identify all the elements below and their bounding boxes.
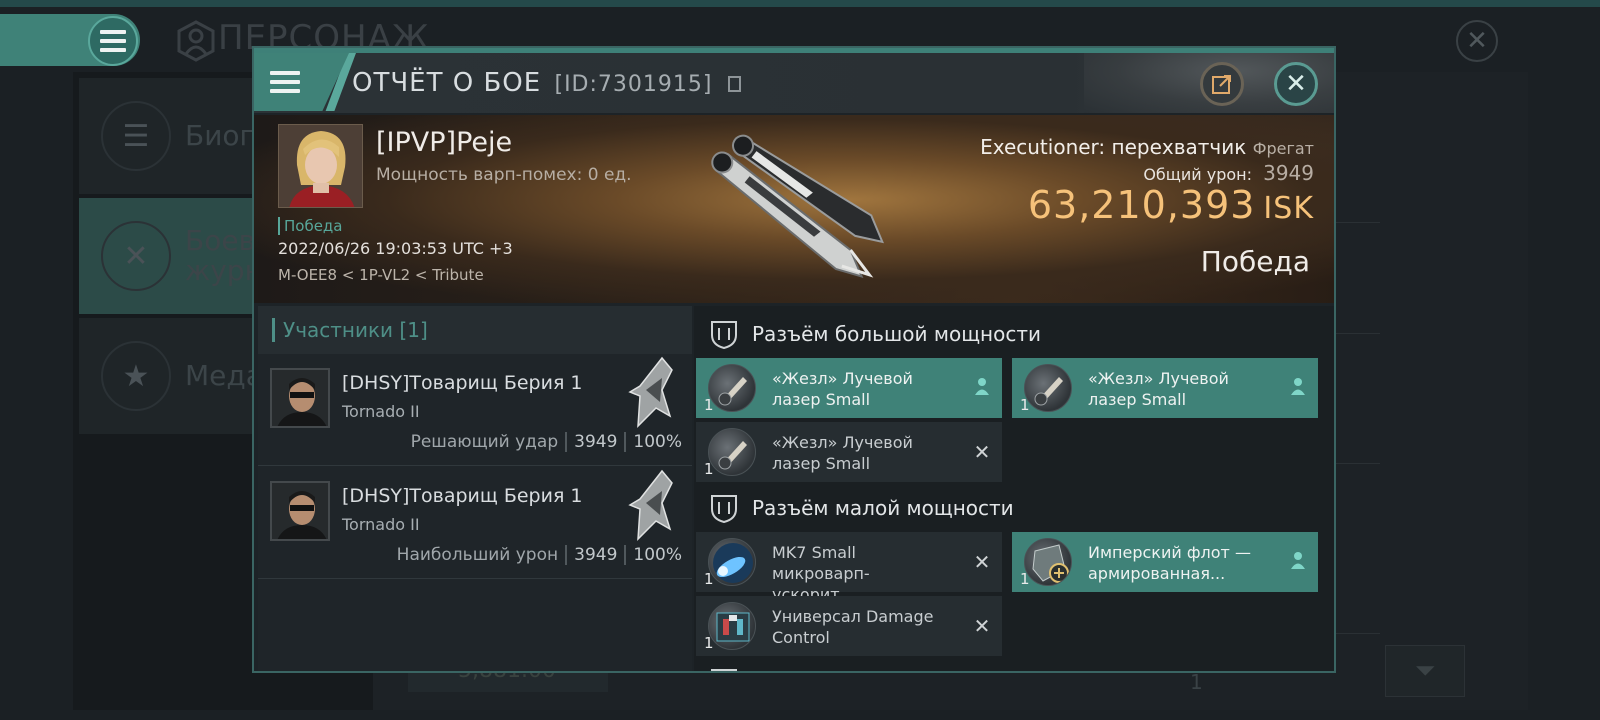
top-accent-line <box>0 0 1600 7</box>
character-icon <box>177 20 215 62</box>
dropped-person-icon <box>972 376 992 398</box>
participant-portrait <box>270 368 330 428</box>
module-name: «Жезл» Лучевой лазер Small <box>1088 369 1229 409</box>
isk-unit: ISK <box>1263 191 1314 226</box>
battle-result: Победа <box>1200 245 1310 278</box>
total-damage-value: 3949 <box>1263 161 1314 185</box>
report-id: [ID:7301915] <box>554 72 713 97</box>
module-quantity: 1 <box>704 396 714 414</box>
laser-turret-icon <box>1024 364 1072 412</box>
hamburger-icon <box>270 71 300 93</box>
participant-damage: 3949 <box>574 545 618 565</box>
slot-shield-icon <box>711 669 737 671</box>
destroyed-x-icon: ✕ <box>973 550 991 574</box>
participant-percent: 100% <box>633 545 682 565</box>
kill-datetime: 2022/06/26 19:03:53 UTC +3 <box>278 239 513 258</box>
participant-row[interactable]: [DHSY]Товарищ Берия 1 Tornado II Решающи… <box>258 354 692 466</box>
warp-strength: Мощность варп-помех: 0 ед. <box>376 165 632 185</box>
destroyed-x-icon: ✕ <box>973 440 991 464</box>
participant-ship: Tornado II <box>342 402 420 421</box>
copy-icon[interactable] <box>727 75 741 92</box>
module-slot-dropped[interactable]: 1 «Жезл» Лучевой лазер Small <box>1012 358 1318 418</box>
participants-panel: Участники [1] [DHSY]Товарищ Берия 1 Torn… <box>258 306 692 671</box>
armor-plate-icon <box>1024 538 1072 586</box>
hamburger-icon <box>100 30 126 52</box>
module-quantity: 1 <box>1020 570 1030 588</box>
battle-report-modal: ОТЧЁТ О БОЕ [ID:7301915] ✕ [IPVP]Peje Мо… <box>252 46 1336 673</box>
close-icon: ✕ <box>1285 69 1307 99</box>
participant-role: Наибольший урон <box>396 545 559 565</box>
module-quantity: 1 <box>704 460 714 478</box>
participant-ship-image <box>628 469 673 541</box>
isk-value: 63,210,393 ISK <box>1028 183 1314 227</box>
victim-ship-type: Executioner: перехватчик Фрегат <box>980 135 1314 159</box>
low-slot-shield-icon <box>711 495 737 523</box>
module-slot-dropped[interactable]: 1 Имперский флот — армированная... <box>1012 532 1318 592</box>
isk-amount: 63,210,393 <box>1027 183 1256 227</box>
low-slots-header: Разъём малой мощности <box>694 484 1334 532</box>
module-slot-destroyed[interactable]: 1 Универсал Damage Control ✕ <box>696 596 1002 656</box>
low-slots-title: Разъём малой мощности <box>752 496 1014 520</box>
participant-stats: Решающий удар 3949 100% <box>411 432 682 452</box>
module-quantity: 1 <box>704 570 714 588</box>
ship-class: Фрегат <box>1252 139 1314 158</box>
list-icon: ☰ <box>101 101 171 171</box>
crossed-swords-icon: ✕ <box>101 221 171 291</box>
modal-title-text: ОТЧЁТ О БОЕ <box>352 68 542 98</box>
total-damage: Общий урон: 3949 <box>1143 161 1314 185</box>
module-quantity: 1 <box>704 634 714 652</box>
participant-portrait <box>270 481 330 541</box>
ship-name: Executioner: перехватчик <box>980 135 1247 159</box>
damage-control-icon <box>708 602 756 650</box>
high-slots-title: Разъём большой мощности <box>752 322 1041 346</box>
participant-name: [DHSY]Товарищ Берия 1 <box>342 485 583 507</box>
victim-pilot-name[interactable]: [IPVP]Peje <box>376 127 512 158</box>
participant-name: [DHSY]Товарищ Берия 1 <box>342 372 583 394</box>
participant-damage: 3949 <box>574 432 618 452</box>
participant-stats: Наибольший урон 3949 100% <box>397 545 682 565</box>
microwarpdrive-icon <box>708 538 756 586</box>
high-slots-header: Разъём большой мощности <box>694 310 1334 358</box>
module-slot-destroyed[interactable]: 1 «Жезл» Лучевой лазер Small ✕ <box>696 422 1002 482</box>
participant-row[interactable]: [DHSY]Товарищ Берия 1 Tornado II Наиболь… <box>258 467 692 579</box>
participant-percent: 100% <box>633 432 682 452</box>
kill-location[interactable]: M-OEE8 < 1P-VL2 < Tribute <box>278 266 484 284</box>
background-close-icon[interactable]: ✕ <box>1456 20 1498 62</box>
dropped-person-icon <box>1288 550 1308 572</box>
participant-ship-image <box>628 356 673 428</box>
destroyed-x-icon: ✕ <box>973 614 991 638</box>
module-slot-dropped[interactable]: 1 «Жезл» Лучевой лазер Small <box>696 358 1002 418</box>
modal-title: ОТЧЁТ О БОЕ [ID:7301915] <box>352 68 741 98</box>
victim-summary: [IPVP]Peje Мощность варп-помех: 0 ед. По… <box>254 115 1334 303</box>
module-name: Имперский флот — армированная... <box>1088 543 1251 583</box>
module-name: Универсал Damage Control <box>772 607 934 647</box>
high-slot-shield-icon <box>711 321 737 349</box>
total-damage-label: Общий урон: <box>1143 165 1252 184</box>
participant-ship: Tornado II <box>342 515 420 534</box>
next-slots-header-partial <box>694 658 1334 671</box>
fitting-panel: Разъём большой мощности 1 «Жезл» Лучевой… <box>694 306 1334 671</box>
share-icon <box>1212 75 1231 94</box>
module-slot-destroyed[interactable]: 1 MK7 Small микроварп-ускорит.... ✕ <box>696 532 1002 604</box>
dropped-person-icon <box>1288 376 1308 398</box>
module-quantity: 1 <box>1020 396 1030 414</box>
close-button[interactable]: ✕ <box>1274 62 1318 106</box>
laser-turret-icon <box>708 364 756 412</box>
share-button[interactable] <box>1200 62 1244 106</box>
background-page-number: 1 <box>1190 670 1203 694</box>
portrait-image <box>279 125 362 207</box>
participants-title: Участники [1] <box>272 318 428 342</box>
laser-turret-icon <box>708 428 756 476</box>
victim-ship-image[interactable] <box>679 119 899 295</box>
victory-tag: Победа <box>278 217 343 235</box>
participant-role: Решающий удар <box>410 432 559 452</box>
victim-portrait[interactable] <box>278 124 363 208</box>
filter-icon[interactable]: ⏷ <box>1385 645 1465 697</box>
background-menu-label: Боевой журн <box>185 224 291 287</box>
background-menu-button[interactable] <box>88 16 138 66</box>
module-name: «Жезл» Лучевой лазер Small <box>772 369 913 409</box>
star-medal-icon: ★ <box>101 341 171 411</box>
module-name: «Жезл» Лучевой лазер Small <box>772 433 913 473</box>
participants-header[interactable]: Участники [1] <box>258 306 692 354</box>
